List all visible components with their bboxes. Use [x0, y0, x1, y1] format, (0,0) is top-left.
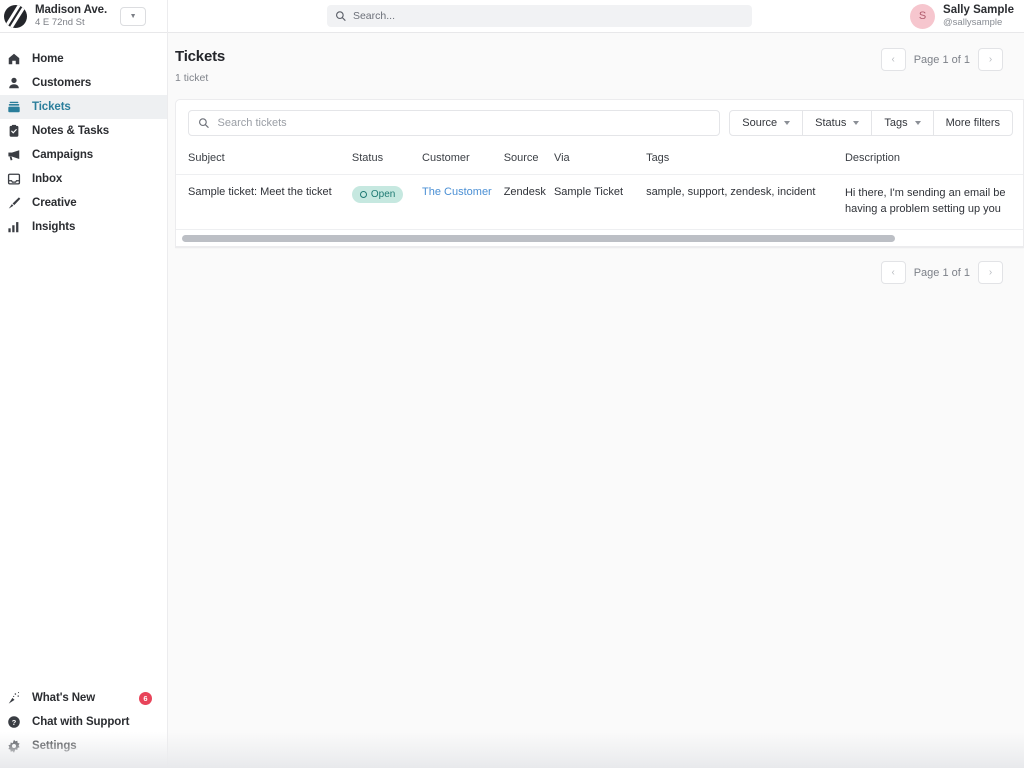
gear-icon	[6, 739, 21, 754]
column-header-via[interactable]: Via	[553, 146, 647, 175]
sidebar-item-label: Settings	[32, 740, 77, 752]
filter-label: More filters	[945, 117, 1000, 129]
pagination-bottom: ‹ Page 1 of 1 ›	[168, 248, 1024, 285]
column-header-status[interactable]: Status	[351, 146, 423, 175]
sidebar-item-chat-support[interactable]: ? Chat with Support	[0, 710, 168, 734]
sidebar-item-tickets[interactable]: Tickets	[0, 95, 167, 119]
chevron-left-icon[interactable]: ‹	[880, 261, 906, 285]
cell-via: Sample Ticket	[553, 174, 647, 231]
avatar: S	[910, 3, 936, 29]
cell-tags: sample, support, zendesk, incident	[646, 174, 845, 231]
sparkle-icon	[6, 691, 21, 706]
open-circle-icon	[359, 191, 367, 198]
paintbrush-icon	[6, 196, 21, 211]
chevron-right-icon[interactable]: ›	[978, 48, 1003, 71]
inbox-icon	[6, 172, 21, 187]
page-label: Page 1 of 1	[913, 53, 970, 66]
sidebar-item-home[interactable]: Home	[0, 47, 167, 71]
sidebar-item-campaigns[interactable]: Campaigns	[0, 143, 167, 167]
sidebar-item-label: Campaigns	[32, 149, 94, 161]
svg-text:?: ?	[11, 718, 16, 727]
status-label: Open	[370, 189, 396, 200]
global-search-input[interactable]	[352, 10, 744, 22]
cell-source: Zendesk	[503, 174, 554, 231]
search-icon	[199, 118, 209, 128]
sidebar-item-label: Inbox	[32, 173, 63, 185]
clipboard-check-icon	[6, 124, 21, 139]
brand-address: 4 E 72nd St	[35, 17, 85, 29]
sidebar-item-creative[interactable]: Creative	[0, 191, 167, 215]
sidebar-item-settings[interactable]: Settings	[0, 734, 168, 758]
chevron-left-icon[interactable]: ‹	[880, 48, 906, 71]
chevron-down-icon	[784, 121, 791, 125]
top-bar: Madison Ave. 4 E 72nd St ▼ S Sally Sampl…	[0, 0, 1024, 33]
tickets-card: Source Status Tags More filters	[175, 99, 1024, 249]
sidebar-item-label: Home	[32, 53, 64, 65]
ticket-stack-icon	[6, 100, 21, 115]
brand-name: Madison Ave.	[35, 3, 108, 16]
more-filters-button[interactable]: More filters	[932, 110, 1013, 136]
filter-toolbar: Source Status Tags More filters	[176, 100, 1023, 146]
column-header-description[interactable]: Description	[844, 146, 1023, 175]
tickets-table: Subject Status Customer Source Via Tags …	[176, 146, 1023, 231]
filter-tags-button[interactable]: Tags	[871, 110, 934, 136]
table-header-row: Subject Status Customer Source Via Tags …	[176, 146, 1023, 175]
megaphone-icon	[6, 148, 21, 163]
bar-chart-icon	[6, 220, 21, 235]
sidebar-item-customers[interactable]: Customers	[0, 71, 167, 95]
global-search[interactable]	[326, 5, 752, 27]
sidebar: Home Customers Tickets Notes & Tasks Cam…	[0, 33, 168, 768]
page-label: Page 1 of 1	[913, 266, 970, 279]
scrollbar-thumb[interactable]	[182, 234, 895, 242]
filter-label: Source	[742, 117, 778, 129]
chevron-down-icon	[914, 121, 921, 125]
chevron-down-icon[interactable]: ▼	[120, 6, 147, 26]
search-tickets-input[interactable]	[217, 117, 711, 129]
sidebar-item-label: Notes & Tasks	[32, 125, 110, 137]
home-icon	[6, 52, 21, 67]
cell-subject[interactable]: Sample ticket: Meet the ticket	[176, 174, 352, 231]
sidebar-item-label: Customers	[32, 77, 92, 89]
chevron-right-icon[interactable]: ›	[978, 261, 1003, 285]
person-icon	[6, 76, 21, 91]
user-menu[interactable]: S Sally Sample @sallysample	[910, 3, 1024, 29]
table-row[interactable]: Sample ticket: Meet the ticket Open The …	[176, 174, 1023, 231]
column-header-customer[interactable]: Customer	[422, 146, 504, 175]
cell-status: Open	[351, 174, 423, 231]
sidebar-item-label: Insights	[32, 221, 76, 233]
sidebar-item-insights[interactable]: Insights	[0, 215, 167, 239]
chevron-down-icon	[853, 121, 860, 125]
filter-label: Status	[815, 117, 847, 129]
question-circle-icon: ?	[6, 715, 21, 730]
filter-status-button[interactable]: Status	[802, 110, 873, 136]
user-handle: @sallysample	[943, 17, 1003, 29]
status-badge: 6	[139, 691, 152, 705]
pagination-top: ‹ Page 1 of 1 ›	[880, 48, 1003, 71]
sidebar-item-label: Creative	[32, 197, 77, 209]
sidebar-item-label: What's New	[32, 692, 96, 704]
horizontal-scrollbar[interactable]	[176, 230, 1023, 248]
main-content: Tickets 1 ticket ‹ Page 1 of 1 › Source	[168, 33, 1024, 768]
column-header-source[interactable]: Source	[503, 146, 554, 175]
sidebar-item-whats-new[interactable]: What's New 6	[0, 686, 168, 710]
column-header-subject[interactable]: Subject	[176, 146, 352, 175]
ticket-count: 1 ticket	[175, 72, 209, 84]
status-badge: Open	[351, 186, 404, 203]
cell-description: Hi there, I'm sending an email be having…	[844, 187, 1006, 215]
stripes-logo-icon	[4, 4, 27, 28]
page-title: Tickets	[175, 48, 226, 65]
column-header-tags[interactable]: Tags	[646, 146, 845, 175]
user-name: Sally Sample	[943, 3, 1014, 16]
search-tickets[interactable]	[188, 110, 721, 136]
sidebar-item-notes-tasks[interactable]: Notes & Tasks	[0, 119, 167, 143]
filter-label: Tags	[884, 117, 908, 129]
filter-source-button[interactable]: Source	[729, 110, 804, 136]
search-icon	[335, 11, 346, 21]
sidebar-item-label: Chat with Support	[32, 716, 130, 728]
sidebar-item-label: Tickets	[32, 101, 71, 113]
brand-switcher[interactable]: Madison Ave. 4 E 72nd St ▼	[0, 0, 168, 33]
page-header: Tickets 1 ticket ‹ Page 1 of 1 ›	[168, 33, 1024, 84]
sidebar-item-inbox[interactable]: Inbox	[0, 167, 167, 191]
cell-customer-link[interactable]: The Customer	[422, 186, 492, 198]
